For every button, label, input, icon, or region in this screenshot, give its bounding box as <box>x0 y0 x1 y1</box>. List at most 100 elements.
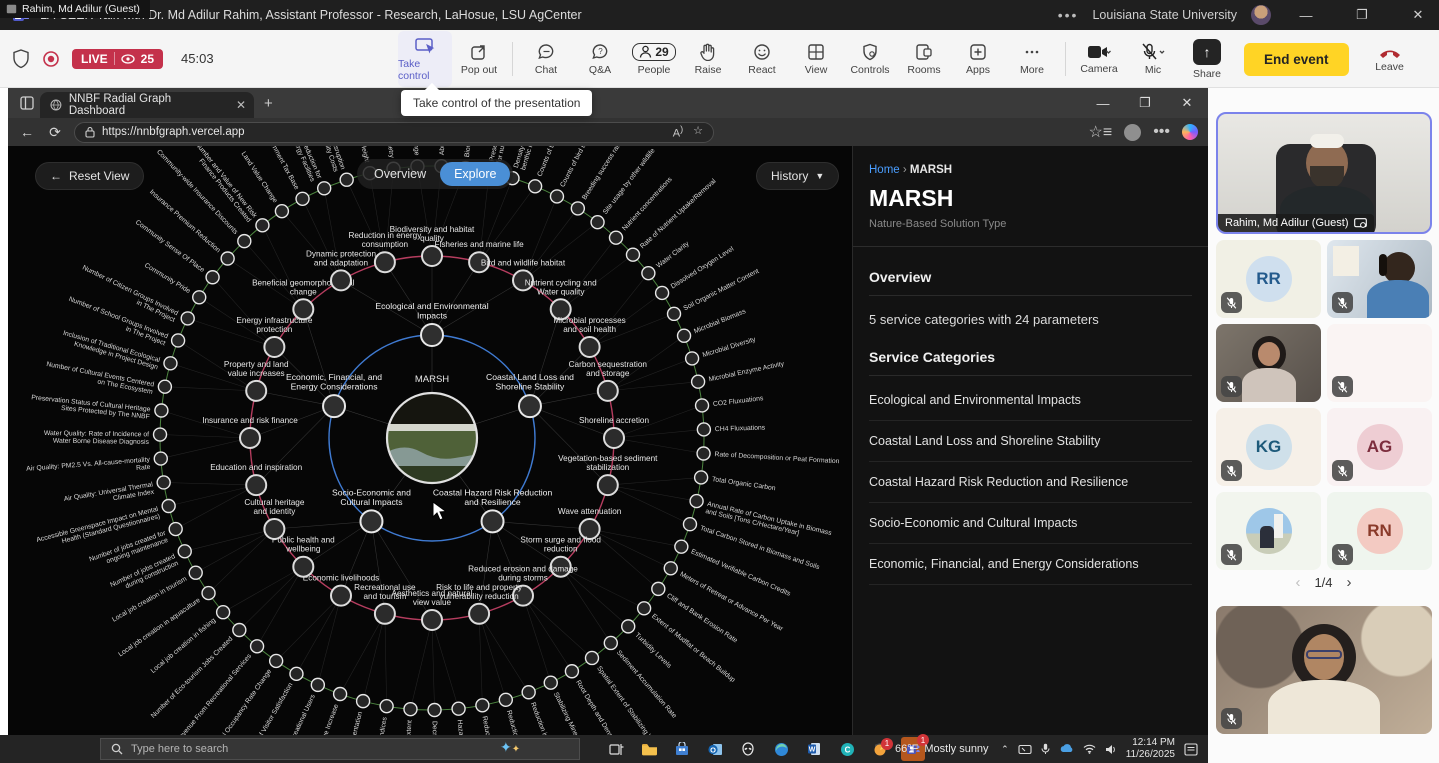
parameter-node[interactable] <box>246 381 266 401</box>
metric-node[interactable] <box>565 665 578 678</box>
participant-tile[interactable]: AG <box>1327 408 1432 486</box>
titlebar-more-icon[interactable]: ••• <box>1058 7 1079 23</box>
metric-node[interactable] <box>452 702 465 715</box>
parameter-node[interactable] <box>598 381 618 401</box>
shield-icon[interactable] <box>12 49 30 69</box>
metric-node[interactable] <box>522 686 535 699</box>
radial-graph-canvas[interactable]: Abundance and species diversityBiomass o… <box>8 146 852 735</box>
service-category-item[interactable]: Coastal Land Loss and Shoreline Stabilit… <box>869 421 1192 462</box>
participant-tile[interactable] <box>1216 492 1321 570</box>
share-button[interactable]: ↑ Share <box>1180 31 1234 87</box>
metric-node[interactable] <box>638 602 651 615</box>
metric-node[interactable] <box>476 699 489 712</box>
store-taskbar-icon[interactable] <box>670 737 694 761</box>
explore-mode-button[interactable]: Explore <box>440 162 510 186</box>
apps-button[interactable]: Apps <box>951 31 1005 87</box>
metric-node[interactable] <box>172 334 185 347</box>
metric-node[interactable] <box>217 606 230 619</box>
metric-node[interactable] <box>529 180 542 193</box>
metric-node[interactable] <box>695 471 708 484</box>
category-node[interactable] <box>519 395 541 417</box>
more-button[interactable]: More <box>1005 31 1059 87</box>
browser-restore-button[interactable]: ❐ <box>1124 88 1166 118</box>
service-category-item[interactable]: Ecological and Environmental Impacts <box>869 380 1192 421</box>
metric-node[interactable] <box>678 329 691 342</box>
metric-node[interactable] <box>206 271 219 284</box>
metric-node[interactable] <box>154 452 167 465</box>
category-node[interactable] <box>482 510 504 532</box>
metric-node[interactable] <box>622 620 635 633</box>
metric-node[interactable] <box>604 636 617 649</box>
metric-node[interactable] <box>154 428 167 441</box>
metric-node[interactable] <box>675 540 688 553</box>
outlook-taskbar-icon[interactable]: O <box>703 737 727 761</box>
metric-node[interactable] <box>181 312 194 325</box>
history-button[interactable]: History ▼ <box>756 162 839 190</box>
pop-out-button[interactable]: Pop out <box>452 31 506 87</box>
pager-prev-icon[interactable]: ‹ <box>1295 574 1300 591</box>
restore-button[interactable]: ❐ <box>1341 0 1383 30</box>
service-category-item[interactable]: Coastal Hazard Risk Reduction and Resili… <box>869 462 1192 503</box>
metric-node[interactable] <box>275 205 288 218</box>
category-node[interactable] <box>360 510 382 532</box>
participant-tile[interactable]: RR <box>1216 240 1321 318</box>
metric-node[interactable] <box>251 640 264 653</box>
metric-node[interactable] <box>193 291 206 304</box>
active-speaker-video[interactable]: Rahim, Md Adilur (Guest) <box>1216 112 1432 234</box>
parameter-node[interactable] <box>422 610 442 630</box>
metric-node[interactable] <box>664 562 677 575</box>
service-category-item[interactable]: Economic, Financial, and Energy Consider… <box>869 544 1192 585</box>
alienware-taskbar-icon[interactable] <box>736 737 760 761</box>
metric-node[interactable] <box>334 688 347 701</box>
metric-node[interactable] <box>164 357 177 370</box>
metric-node[interactable] <box>202 587 215 600</box>
tab-close-icon[interactable]: ✕ <box>236 98 246 112</box>
metric-node[interactable] <box>256 219 269 232</box>
metric-node[interactable] <box>696 399 709 412</box>
reset-view-button[interactable]: ← Reset View <box>35 162 144 190</box>
volume-icon[interactable] <box>1105 744 1117 755</box>
browser-close-button[interactable]: ✕ <box>1166 88 1208 118</box>
edge-taskbar-icon[interactable] <box>769 737 793 761</box>
browser-minimize-button[interactable]: — <box>1082 88 1124 118</box>
new-tab-button[interactable]: + <box>264 95 273 112</box>
metric-node[interactable] <box>311 678 324 691</box>
metric-node[interactable] <box>692 375 705 388</box>
weather-widget[interactable]: 1 66°F Mostly sunny <box>872 735 989 763</box>
file-explorer-taskbar-icon[interactable] <box>637 737 661 761</box>
metric-node[interactable] <box>683 518 696 531</box>
metric-node[interactable] <box>690 495 703 508</box>
metric-node[interactable] <box>157 476 170 489</box>
taskbar-clock[interactable]: 12:14 PM 11/26/2025 <box>1126 737 1175 762</box>
metric-node[interactable] <box>404 703 417 716</box>
tab-actions-icon[interactable] <box>14 92 40 114</box>
parameter-node[interactable] <box>598 475 618 495</box>
participant-video-large[interactable] <box>1216 606 1432 734</box>
favorites-bar-icon[interactable]: ☆≡ <box>1089 122 1113 142</box>
browser-more-icon[interactable]: ••• <box>1153 123 1170 141</box>
rooms-button[interactable]: Rooms <box>897 31 951 87</box>
tray-mic-icon[interactable] <box>1041 743 1050 755</box>
service-category-item[interactable]: Socio-Economic and Cultural Impacts <box>869 503 1192 544</box>
parameter-node[interactable] <box>293 299 313 319</box>
favorite-star-icon[interactable]: ☆ <box>693 124 703 140</box>
parameter-node[interactable] <box>240 428 260 448</box>
metric-node[interactable] <box>428 703 441 716</box>
controls-button[interactable]: Controls <box>843 31 897 87</box>
breadcrumb-home-link[interactable]: Home <box>869 164 900 176</box>
parameter-node[interactable] <box>469 604 489 624</box>
participant-tile[interactable] <box>1327 324 1432 402</box>
metric-node[interactable] <box>340 173 353 186</box>
participant-tile[interactable] <box>1327 240 1432 318</box>
account-avatar[interactable] <box>1251 5 1271 25</box>
metric-node[interactable] <box>656 286 669 299</box>
metric-node[interactable] <box>571 202 584 215</box>
recording-icon[interactable] <box>42 50 60 68</box>
participant-tile[interactable]: KG <box>1216 408 1321 486</box>
metric-node[interactable] <box>380 700 393 713</box>
react-button[interactable]: React <box>735 31 789 87</box>
metric-node[interactable] <box>544 676 557 689</box>
metric-node[interactable] <box>585 651 598 664</box>
qa-button[interactable]: ? Q&A <box>573 31 627 87</box>
url-field[interactable]: https://nnbfgraph.vercel.app A) ☆ <box>74 122 714 143</box>
